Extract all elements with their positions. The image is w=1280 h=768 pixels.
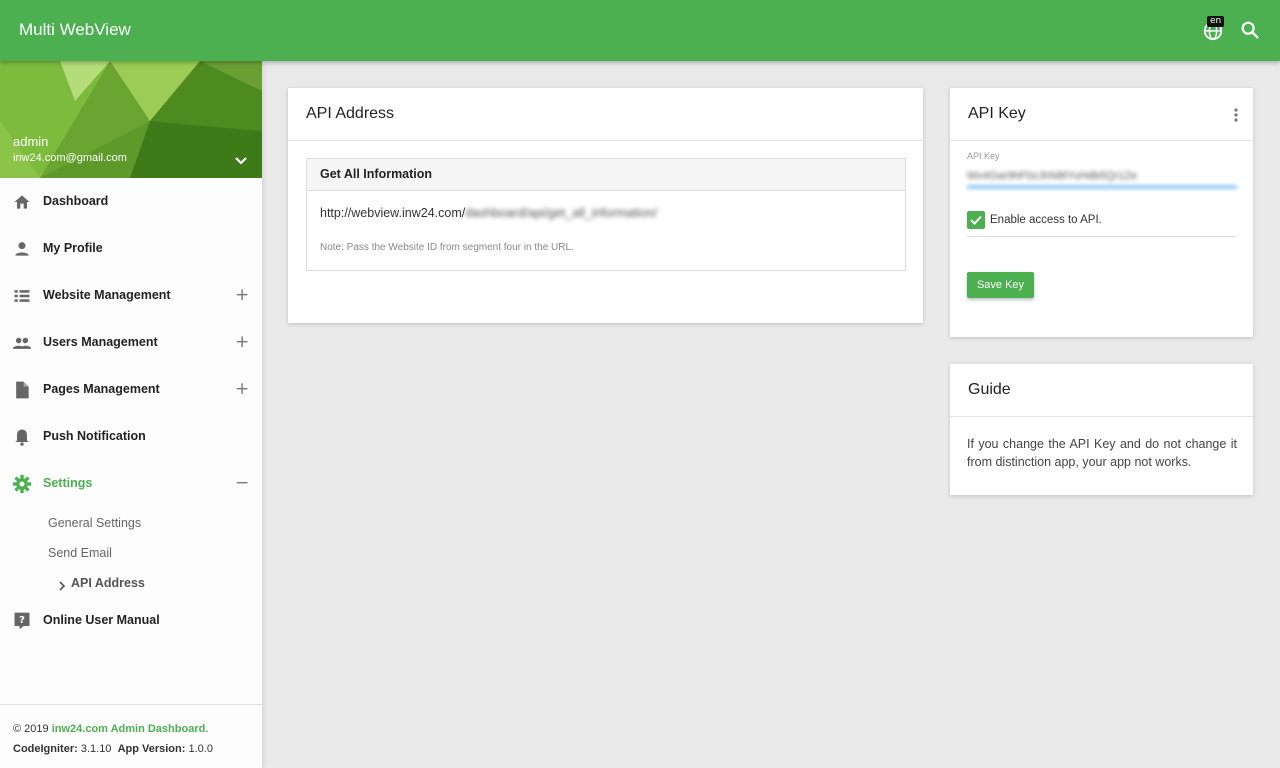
search-icon[interactable] bbox=[1239, 19, 1261, 41]
chevron-down-icon[interactable] bbox=[233, 153, 249, 169]
footer-period: . bbox=[205, 723, 209, 735]
api-key-card: API Key API Key Enable access to API. Sa… bbox=[950, 88, 1253, 337]
sidebar-item-label: Dashboard bbox=[43, 194, 109, 208]
sidebar-item-online-user-manual[interactable]: ? Online User Manual bbox=[0, 601, 262, 641]
home-icon bbox=[12, 192, 32, 212]
guide-text: If you change the API Key and do not cha… bbox=[967, 437, 1237, 469]
sidebar-footer: © 2019 inw24.com Admin Dashboard. CodeIg… bbox=[0, 704, 262, 768]
expand-plus-icon[interactable]: + bbox=[235, 285, 249, 305]
api-url-path: dashboard/api/get_all_information/ bbox=[465, 206, 658, 220]
api-note: Note: Pass the Website ID from segment f… bbox=[320, 242, 574, 253]
sidebar-item-label: Push Notification bbox=[43, 429, 146, 443]
sidebar-item-website-management[interactable]: Website Management + bbox=[0, 276, 262, 316]
sidebar-item-push-notification[interactable]: Push Notification bbox=[0, 417, 262, 457]
collapse-minus-icon[interactable]: − bbox=[235, 473, 249, 493]
sidebar-item-my-profile[interactable]: My Profile bbox=[0, 229, 262, 269]
language-badge: en bbox=[1207, 16, 1225, 27]
sidebar-item-label: My Profile bbox=[43, 241, 103, 255]
card-header: Guide bbox=[950, 364, 1253, 417]
panel-title: Get All Information bbox=[307, 159, 905, 191]
get-all-info-panel: Get All Information http://webview.inw24… bbox=[306, 158, 906, 271]
card-header: API Address bbox=[288, 88, 923, 141]
sidebar-item-users-management[interactable]: Users Management + bbox=[0, 323, 262, 363]
copyright-text: © 2019 bbox=[13, 723, 49, 735]
bell-icon bbox=[12, 427, 32, 447]
user-name: admin bbox=[13, 134, 49, 149]
footer-link[interactable]: inw24.com Admin Dashboard bbox=[52, 723, 206, 735]
api-url: http://webview.inw24.com/dashboard/api/g… bbox=[320, 206, 657, 220]
sidebar-item-dashboard[interactable]: Dashboard bbox=[0, 182, 262, 222]
sidebar-subitem-general-settings[interactable]: General Settings bbox=[48, 516, 141, 530]
guide-card: Guide If you change the API Key and do n… bbox=[950, 364, 1253, 495]
app-title: Multi WebView bbox=[19, 20, 131, 39]
card-title: API Address bbox=[306, 105, 395, 122]
sidebar-item-pages-management[interactable]: Pages Management + bbox=[0, 370, 262, 410]
gear-icon bbox=[12, 474, 32, 494]
svg-text:?: ? bbox=[19, 615, 25, 626]
sidebar-item-label: Users Management bbox=[43, 335, 158, 349]
sidebar-item-label: Online User Manual bbox=[43, 613, 160, 627]
document-icon bbox=[12, 380, 32, 400]
chevron-right-icon bbox=[58, 578, 66, 591]
user-info-panel: admin inw24.com@gmail.com bbox=[0, 61, 262, 178]
api-key-input[interactable] bbox=[967, 166, 1237, 188]
app-version-label: App Version: bbox=[117, 743, 186, 755]
sidebar-subitem-send-email[interactable]: Send Email bbox=[48, 546, 112, 560]
ci-label: CodeIgniter: bbox=[13, 743, 78, 755]
enable-api-label: Enable access to API. bbox=[990, 214, 1102, 226]
user-email: inw24.com@gmail.com bbox=[13, 152, 127, 164]
card-header: API Key bbox=[950, 88, 1253, 141]
sidebar-subitem-api-address[interactable]: API Address bbox=[71, 576, 145, 590]
ci-version: 3.1.10 bbox=[80, 743, 112, 755]
save-key-button[interactable]: Save Key bbox=[967, 272, 1034, 298]
app-version: 1.0.0 bbox=[188, 743, 213, 755]
person-icon bbox=[12, 239, 32, 259]
expand-plus-icon[interactable]: + bbox=[235, 379, 249, 399]
sidebar-item-label: Pages Management bbox=[43, 382, 160, 396]
api-address-card: API Address Get All Information http://w… bbox=[288, 88, 923, 323]
expand-plus-icon[interactable]: + bbox=[235, 332, 249, 352]
sidebar-item-label: Settings bbox=[43, 476, 93, 490]
sidebar: admin inw24.com@gmail.com Dashboard My P… bbox=[0, 61, 262, 768]
card-title: Guide bbox=[968, 381, 1011, 398]
api-url-base: http://webview.inw24.com/ bbox=[320, 206, 466, 220]
checkbox-checked-icon[interactable] bbox=[967, 211, 985, 229]
list-icon bbox=[12, 286, 32, 306]
enable-api-checkbox-row[interactable]: Enable access to API. bbox=[967, 210, 1237, 237]
sidebar-item-settings[interactable]: Settings − bbox=[0, 464, 262, 504]
sidebar-item-label: Website Management bbox=[43, 288, 171, 302]
help-icon: ? bbox=[12, 611, 32, 631]
api-key-label: API Key bbox=[967, 151, 1000, 161]
card-title: API Key bbox=[968, 105, 1026, 122]
more-vert-icon[interactable] bbox=[1233, 107, 1239, 123]
top-app-bar: Multi WebView en bbox=[0, 0, 1280, 61]
people-icon bbox=[12, 333, 32, 353]
